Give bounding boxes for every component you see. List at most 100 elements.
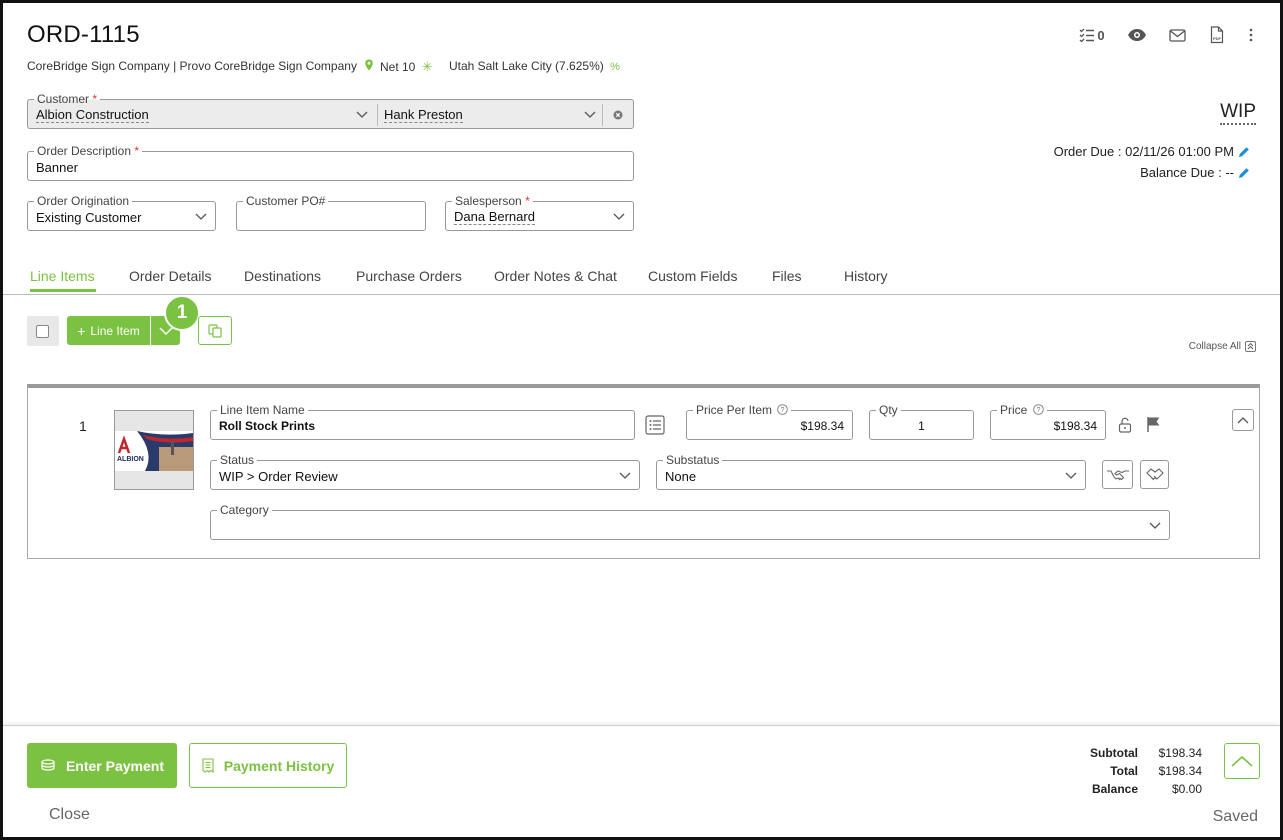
eye-icon bbox=[1128, 29, 1146, 41]
balance-label: Balance bbox=[1091, 782, 1138, 796]
status-select[interactable]: Status WIP > Order Review bbox=[210, 453, 640, 490]
chevron-down-icon bbox=[619, 472, 631, 479]
qty-input[interactable]: Qty 1 bbox=[869, 403, 974, 440]
tax-info[interactable]: Utah Salt Lake City (7.625%) % bbox=[449, 59, 620, 73]
close-button[interactable]: Close bbox=[49, 806, 90, 824]
pdf-icon: PDF bbox=[1210, 26, 1224, 44]
chevron-down-icon bbox=[1065, 472, 1077, 479]
salesperson-label: Salesperson * bbox=[452, 194, 533, 208]
line-item-thumbnail[interactable]: ALBION bbox=[114, 410, 194, 490]
substatus-value: None bbox=[665, 469, 697, 484]
order-description-field[interactable]: Order Description * Banner bbox=[27, 144, 634, 181]
price-per-item-value: $198.34 bbox=[800, 419, 844, 433]
category-select[interactable]: Category bbox=[210, 503, 1170, 540]
thumbnail-logo-text: ALBION bbox=[117, 456, 144, 463]
qty-label: Qty bbox=[876, 403, 901, 417]
total-row: Total $198.34 bbox=[1068, 762, 1202, 780]
list-icon bbox=[645, 415, 665, 435]
clear-icon[interactable] bbox=[613, 110, 623, 120]
email-button[interactable] bbox=[1166, 25, 1188, 45]
order-totals: Subtotal $198.34 Total $198.34 Balance $… bbox=[1068, 744, 1202, 798]
status-value: WIP > Order Review bbox=[219, 469, 338, 484]
chevron-down-icon[interactable] bbox=[356, 109, 368, 119]
order-origination-label: Order Origination bbox=[34, 194, 133, 208]
order-footer: Enter Payment Payment History Close Subt… bbox=[3, 725, 1280, 837]
price-input[interactable]: Price ? $198.34 bbox=[990, 403, 1106, 440]
help-icon[interactable]: ? bbox=[777, 404, 789, 415]
task-count: 0 bbox=[1097, 27, 1105, 43]
field-divider bbox=[602, 104, 603, 126]
chevron-down-icon bbox=[1149, 522, 1161, 529]
select-all[interactable] bbox=[27, 316, 59, 346]
watch-button[interactable] bbox=[1126, 25, 1148, 45]
company-info: CoreBridge Sign Company | Provo CoreBrid… bbox=[27, 59, 374, 73]
tab-line-items[interactable]: Line Items bbox=[30, 268, 95, 284]
collapse-all[interactable]: Collapse All bbox=[1189, 341, 1256, 352]
customer-po-input[interactable]: Customer PO# bbox=[236, 194, 426, 231]
receipt-icon bbox=[202, 758, 214, 773]
asterisk-icon: ✳ bbox=[421, 59, 433, 74]
terms-info[interactable]: Net 10 ✳ bbox=[380, 59, 433, 75]
handoff-button[interactable] bbox=[1140, 460, 1169, 489]
more-vertical-icon bbox=[1249, 28, 1253, 42]
copy-button[interactable] bbox=[198, 316, 232, 345]
subtotal-label: Subtotal bbox=[1090, 746, 1138, 760]
chevron-up-icon bbox=[1231, 755, 1253, 767]
tab-history[interactable]: History bbox=[844, 268, 888, 284]
collapse-line-item-button[interactable] bbox=[1232, 409, 1254, 431]
copy-icon bbox=[208, 323, 222, 338]
payment-history-label: Payment History bbox=[223, 757, 335, 774]
chevron-down-icon[interactable] bbox=[584, 109, 596, 119]
location-pin-icon bbox=[365, 59, 374, 71]
field-divider bbox=[377, 104, 378, 126]
expand-totals-button[interactable] bbox=[1224, 743, 1260, 779]
status-label: Status bbox=[217, 453, 258, 467]
tab-files[interactable]: Files bbox=[772, 268, 802, 284]
assign-button[interactable] bbox=[1102, 460, 1133, 489]
add-line-item-button[interactable]: + Line Item bbox=[67, 316, 150, 345]
svg-text:?: ? bbox=[781, 407, 785, 414]
tasks-button[interactable]: 0 bbox=[1076, 25, 1108, 45]
payment-history-button[interactable]: Payment History bbox=[189, 743, 347, 788]
plus-icon: + bbox=[77, 322, 86, 339]
tab-order-details[interactable]: Order Details bbox=[129, 268, 211, 284]
chevron-down-icon bbox=[195, 213, 207, 220]
terms-text: Net 10 bbox=[380, 60, 416, 74]
tab-order-notes-chat[interactable]: Order Notes & Chat bbox=[494, 268, 617, 284]
select-all-checkbox[interactable] bbox=[36, 325, 49, 338]
handshake-icon bbox=[1106, 469, 1129, 480]
help-icon[interactable]: ? bbox=[1032, 404, 1044, 415]
chevron-down-icon bbox=[613, 213, 625, 220]
flag-button[interactable] bbox=[1146, 416, 1162, 437]
substatus-select[interactable]: Substatus None bbox=[656, 453, 1086, 490]
order-status[interactable]: WIP bbox=[1220, 101, 1256, 125]
price-lock-button[interactable] bbox=[1118, 417, 1132, 438]
line-item-number: 1 bbox=[79, 418, 87, 434]
pencil-icon[interactable] bbox=[1238, 146, 1250, 158]
tab-destinations[interactable]: Destinations bbox=[244, 268, 321, 284]
line-item-details-button[interactable] bbox=[645, 415, 665, 440]
customer-select[interactable]: Albion Construction bbox=[36, 108, 149, 123]
salesperson-select[interactable]: Salesperson * Dana Bernard bbox=[445, 194, 634, 231]
price-per-item-input[interactable]: Price Per Item ? $198.34 bbox=[686, 403, 853, 440]
pdf-button[interactable]: PDF bbox=[1206, 25, 1228, 45]
pencil-icon[interactable] bbox=[1238, 167, 1250, 179]
active-tab-indicator bbox=[30, 289, 96, 292]
tax-text: Utah Salt Lake City (7.625%) bbox=[449, 59, 604, 73]
order-origination-select[interactable]: Order Origination Existing Customer bbox=[27, 194, 216, 231]
order-origination-value: Existing Customer bbox=[36, 210, 142, 225]
enter-payment-button[interactable]: Enter Payment bbox=[27, 743, 177, 788]
step-badge: 1 bbox=[164, 295, 200, 331]
line-item-name-label: Line Item Name bbox=[217, 403, 308, 417]
percent-icon: % bbox=[610, 61, 620, 73]
save-status: Saved bbox=[1212, 808, 1258, 825]
more-button[interactable] bbox=[1246, 25, 1256, 45]
order-due-text: Order Due : 02/11/26 01:00 PM bbox=[1053, 144, 1234, 159]
contact-select[interactable]: Hank Preston bbox=[384, 108, 463, 123]
tab-purchase-orders[interactable]: Purchase Orders bbox=[356, 268, 462, 284]
tasks-icon bbox=[1079, 28, 1095, 42]
tab-custom-fields[interactable]: Custom Fields bbox=[648, 268, 737, 284]
category-label: Category bbox=[217, 503, 272, 517]
line-item-name-input[interactable]: Line Item Name Roll Stock Prints bbox=[210, 403, 635, 440]
flag-icon bbox=[1147, 417, 1160, 432]
